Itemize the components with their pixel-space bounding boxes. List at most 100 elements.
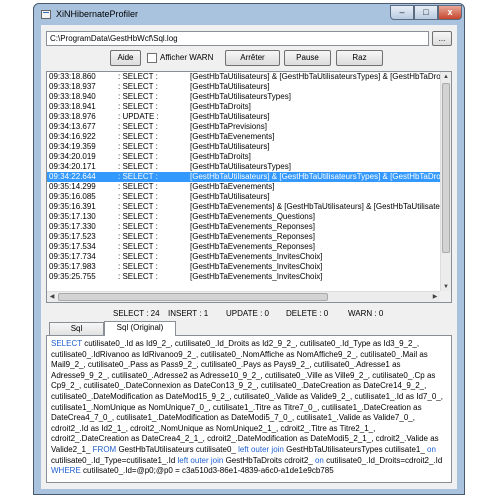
log-operation: : SELECT : (118, 212, 158, 221)
log-tables: [GestHbTaDroits] (190, 152, 251, 161)
log-time: 09:33:18.860 (49, 72, 96, 81)
browse-button[interactable]: ... (432, 31, 452, 46)
vertical-scrollbar[interactable]: ▲ ▼ (440, 72, 451, 292)
sql-text: GestHbTaDroits cdroit2_ (223, 455, 315, 465)
sql-text: cutilisate0_.Id=@p0;@p0 = c3a510d3-86e1-… (80, 466, 334, 476)
show-warn-checkbox[interactable] (147, 53, 157, 63)
log-operation: : SELECT : (118, 272, 158, 281)
log-row[interactable]: 09:33:18.937 : SELECT : [GestHbTaUtilisate… (47, 82, 441, 92)
log-time: 09:35:17.983 (49, 262, 96, 271)
log-operation: : SELECT : (118, 252, 158, 261)
log-tables: [GestHbTaUtilisateurs] (190, 112, 270, 121)
title-bar[interactable]: XiNHibernateProfiler – □ x (34, 4, 464, 24)
log-tables: [GestHbTaUtilisateurs] (190, 82, 270, 91)
log-operation: : SELECT : (118, 142, 158, 151)
log-row[interactable]: 09:35:16.391: SELECT : [GestHbTaEvenement… (47, 202, 441, 212)
log-time: 09:34:19.359 (49, 142, 96, 151)
sql-text-area[interactable]: SELECT cutilisate0_.Id as Id9_2_, cutili… (46, 335, 452, 483)
log-operation: : SELECT : (118, 82, 158, 91)
log-tables: [GestHbTaEvenements] (190, 182, 275, 191)
log-time: 09:34:22.644 (49, 172, 96, 181)
insert-count: INSERT : 1 (168, 309, 209, 318)
log-tables: [GestHbTaEvenements_InvitesChoix] (190, 252, 323, 261)
log-operation: : SELECT : (118, 122, 158, 131)
log-row[interactable]: 09:35:14.299: SELECT : [GestHbTaEvenement… (47, 182, 441, 192)
client-area: ... Aide Afficher WARN Arrêter Pause Raz… (41, 25, 457, 489)
maximize-button[interactable]: □ (414, 5, 438, 20)
log-rows: 09:33:18.860 : SELECT : [GestHbTaUtilisate… (47, 72, 441, 282)
sql-keyword: left outer join (238, 444, 284, 454)
log-row[interactable]: 09:34:19.359 : SELECT : [GestHbTaUtilisate… (47, 142, 441, 152)
show-warn-label[interactable]: Afficher WARN (160, 53, 213, 62)
log-tables: [GestHbTaEvenements_InvitesChoix] (190, 262, 323, 271)
minimize-button[interactable]: – (390, 5, 414, 20)
close-button[interactable]: x (438, 5, 462, 20)
log-row[interactable]: 09:35:16.085: SELECT : [GestHbTaUtilisate… (47, 192, 441, 202)
log-operation: : SELECT : (118, 202, 158, 211)
log-operation: : UPDATE : (118, 112, 159, 121)
log-tables: [GestHbTaUtilisateurs] & [GestHbTaUtilis… (190, 72, 441, 81)
log-row[interactable]: 09:35:17.534: SELECT : [GestHbTaEvenement… (47, 242, 441, 252)
log-time: 09:35:14.299 (49, 182, 96, 191)
log-operation: : SELECT : (118, 92, 158, 101)
log-row[interactable]: 09:35:17.330: SELECT : [GestHbTaEvenement… (47, 222, 441, 232)
log-time: 09:33:18.940 (49, 92, 96, 101)
log-operation: : SELECT : (118, 172, 158, 181)
app-icon (41, 10, 51, 19)
log-path-input[interactable] (46, 31, 429, 46)
warn-count: WARN : 0 (348, 309, 384, 318)
log-row[interactable]: 09:33:18.940 : SELECT : [GestHbTaUtilisate… (47, 92, 441, 102)
sql-keyword: on (314, 455, 324, 465)
log-tables: [GestHbTaUtilisateursTypes] (190, 92, 291, 101)
log-time: 09:35:17.523 (49, 232, 96, 241)
log-row[interactable]: 09:35:17.734: SELECT : [GestHbTaEvenement… (47, 252, 441, 262)
log-tables: [GestHbTaEvenements_Reponses] (190, 242, 315, 251)
log-row[interactable]: 09:34:20.171: SELECT : [GestHbTaUtilisate… (47, 162, 441, 172)
delete-count: DELETE : 0 (286, 309, 329, 318)
query-log-list[interactable]: 09:33:18.860 : SELECT : [GestHbTaUtilisate… (46, 71, 452, 303)
log-row[interactable]: 09:34:16.922: SELECT : [GestHbTaEvenement… (47, 132, 441, 142)
main-window: XiNHibernateProfiler – □ x ... Aide Affi… (33, 3, 465, 495)
log-row[interactable]: 09:33:18.976: UPDATE : [GestHbTaUtilisate… (47, 112, 441, 122)
log-row[interactable]: 09:33:18.941: SELECT : [GestHbTaDroits] (47, 102, 441, 112)
sql-keyword: left outer join (177, 455, 224, 465)
scroll-corner (440, 291, 451, 302)
log-row[interactable]: 09:35:25.755: SELECT : [GestHbTaEvenement… (47, 272, 441, 282)
vertical-scroll-thumb[interactable] (442, 83, 450, 253)
log-row[interactable]: 09:35:17.523: SELECT : [GestHbTaEvenement… (47, 232, 441, 242)
help-button[interactable]: Aide (110, 50, 141, 66)
horizontal-scrollbar[interactable]: ◀ ▶ (47, 291, 441, 302)
scroll-right-icon[interactable]: ▶ (430, 292, 440, 302)
log-tables: [GestHbTaUtilisateurs] (190, 142, 270, 151)
scroll-up-icon[interactable]: ▲ (441, 72, 451, 82)
log-row[interactable]: 09:34:13.677: SELECT : [GestHbTaPrevision… (47, 122, 441, 132)
log-operation: : SELECT : (118, 72, 158, 81)
log-row[interactable]: 09:34:22.644: SELECT : [GestHbTaUtilisate… (47, 172, 441, 182)
scroll-left-icon[interactable]: ◀ (47, 292, 57, 302)
log-row[interactable]: 09:34:20.019: SELECT : [GestHbTaDroits] (47, 152, 441, 162)
log-tables: [GestHbTaUtilisateursTypes] (190, 162, 291, 171)
log-time: 09:34:16.922 (49, 132, 96, 141)
horizontal-scroll-thumb[interactable] (58, 293, 328, 301)
stop-button[interactable]: Arrêter (225, 50, 280, 66)
log-time: 09:34:20.171 (49, 162, 96, 171)
log-tables: [GestHbTaEvenements] (190, 132, 275, 141)
tab-sql[interactable]: Sql (49, 322, 104, 335)
log-tables: [GestHbTaEvenements_Questions] (190, 212, 315, 221)
sql-keyword: on (427, 444, 436, 454)
log-time: 09:33:18.937 (49, 82, 96, 91)
tab-sql-original[interactable]: Sql (Original) (104, 321, 176, 336)
log-tables: [GestHbTaPrevisions] (190, 122, 267, 131)
log-row[interactable]: 09:33:18.860 : SELECT : [GestHbTaUtilisate… (47, 72, 441, 82)
log-tables: [GestHbTaUtilisateurs] (190, 192, 270, 201)
sql-tabs: Sql Sql (Original) (46, 321, 452, 336)
log-row[interactable]: 09:35:17.983 : SELECT : [GestHbTaEvenement… (47, 262, 441, 272)
select-count: SELECT : 24 (113, 309, 160, 318)
reset-button[interactable]: Raz (336, 50, 383, 66)
log-operation: : SELECT : (118, 192, 158, 201)
sql-keyword: WHERE (51, 466, 81, 476)
log-operation: : SELECT : (118, 262, 158, 271)
pause-button[interactable]: Pause (284, 50, 331, 66)
log-operation: : SELECT : (118, 102, 158, 111)
log-row[interactable]: 09:35:17.130: SELECT : [GestHbTaEvenement… (47, 212, 441, 222)
